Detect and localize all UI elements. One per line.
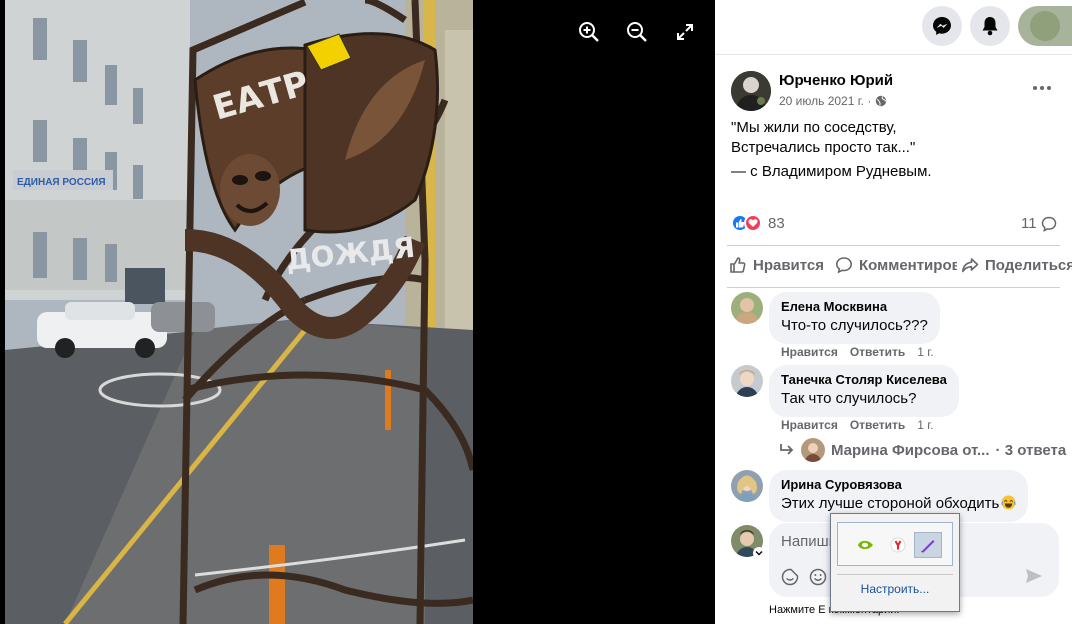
comment-meta: Нравится Ответить 1 г. (781, 345, 934, 359)
post-photo[interactable]: ЕДИНАЯ РОССИЯ ЕАТР ДОЖДЯ (5, 0, 473, 624)
comment-avatar[interactable] (731, 365, 763, 397)
commenter-photo (731, 470, 763, 502)
more-dot-icon (1040, 86, 1044, 90)
reactions-count: 83 (768, 214, 785, 232)
comment-bubble-icon (1041, 216, 1056, 232)
post-author-name[interactable]: Юрченко Юрий (779, 72, 893, 89)
yandex-icon (890, 537, 906, 553)
commenter-photo (731, 365, 763, 397)
comment-text: Этих лучше стороной обходить (781, 494, 1016, 514)
building-sign-text: ЕДИНАЯ РОССИЯ (17, 177, 106, 188)
zoom-in-button[interactable] (573, 16, 605, 48)
reply-author-name: Марина Фирсова от... (831, 441, 990, 459)
nvidia-icon (857, 538, 875, 552)
like-label: Нравится (753, 256, 825, 274)
comment-reply-link[interactable]: Ответить (850, 345, 905, 359)
reply-arrow-icon (780, 444, 794, 455)
top-bar (715, 0, 1072, 55)
bell-icon (982, 17, 998, 36)
post-options-button[interactable] (1030, 78, 1054, 98)
comment-text: Так что случилось? (781, 390, 917, 407)
fullscreen-icon (677, 24, 693, 40)
tagged-person-link[interactable]: Владимиром Рудневым (762, 163, 928, 180)
chevron-down-icon (755, 551, 763, 556)
tray-icons-area (837, 522, 953, 566)
messenger-button[interactable] (922, 6, 962, 46)
comment-author[interactable]: Елена Москвина (781, 299, 928, 315)
comment-text: Что-то случилось??? (781, 317, 928, 334)
comment-like-link[interactable]: Нравится (781, 345, 838, 359)
zoom-in-icon (579, 22, 599, 42)
thumbs-up-icon (730, 257, 746, 273)
notifications-button[interactable] (970, 6, 1010, 46)
laughing-emoji-icon (1001, 495, 1016, 510)
tray-nvidia-button[interactable] (852, 532, 880, 558)
reactions-summary[interactable]: 83 (731, 214, 785, 232)
account-avatar-button[interactable] (1018, 6, 1072, 46)
comment-bubble: Танечка Столяр Киселева Так что случилос… (769, 365, 959, 417)
account-avatar (1030, 11, 1060, 41)
comment-input-placeholder: Напиши (781, 533, 838, 550)
more-dot-icon (1047, 86, 1051, 90)
post-date: 20 июль 2021 г. · (779, 94, 887, 108)
tray-configure-link[interactable]: Настроить... (831, 582, 959, 596)
commenter-photo (731, 292, 763, 324)
comment-icon (835, 257, 853, 274)
comment-reply-link[interactable]: Ответить (850, 418, 905, 432)
emoji-button[interactable] (809, 568, 827, 586)
post-text-line-2: Встречались просто так..." (731, 139, 916, 156)
comments-count: 11 (1021, 215, 1037, 232)
love-reaction-icon (744, 214, 762, 232)
more-dot-icon (1033, 86, 1037, 90)
sticker-button[interactable] (781, 568, 799, 586)
smiley-icon (809, 568, 827, 586)
photo-viewer: ЕДИНАЯ РОССИЯ ЕАТР ДОЖДЯ (0, 0, 715, 624)
comments-count-link[interactable]: 11 (1021, 215, 1057, 232)
like-button[interactable]: Нравится (729, 256, 824, 274)
comment-author[interactable]: Танечка Столяр Киселева (781, 372, 947, 388)
replies-count: · 3 ответа (995, 441, 1067, 459)
post-actions-bar: Нравится Комментировать Поделиться (727, 245, 1072, 288)
send-icon (1026, 569, 1042, 583)
system-tray-popup: Настроить... (830, 513, 960, 612)
share-button[interactable]: Поделиться (961, 256, 1072, 274)
send-button[interactable] (1025, 568, 1045, 586)
author-photo (731, 71, 771, 111)
account-switch-button[interactable] (753, 547, 765, 559)
messenger-icon (933, 17, 951, 35)
comment-text-content: Этих лучше стороной обходить (781, 495, 1000, 512)
comment-age[interactable]: 1 г. (917, 345, 933, 359)
zoom-out-button[interactable] (621, 16, 653, 48)
post-date-text[interactable]: 20 июль 2021 г. · (779, 94, 871, 108)
photo-illustration: ЕДИНАЯ РОССИЯ ЕАТР ДОЖДЯ (5, 0, 473, 624)
post-text-line-1: "Мы жили по соседству, (731, 119, 897, 136)
share-label: Поделиться (985, 256, 1072, 274)
tray-pen-button[interactable] (914, 532, 942, 558)
comment-avatar[interactable] (731, 292, 763, 324)
tagged-prefix: — с (731, 163, 762, 180)
comment-meta: Нравится Ответить 1 г. (781, 418, 934, 432)
tagged-suffix: . (927, 163, 932, 180)
comment-like-link[interactable]: Нравится (781, 418, 838, 432)
view-replies-link[interactable]: Марина Фирсова от... · 3 ответа (779, 437, 1066, 463)
comment-age[interactable]: 1 г. (917, 418, 933, 432)
comment-bubble: Елена Москвина Что-то случилось??? (769, 292, 940, 344)
comment-button[interactable]: Комментировать (835, 256, 957, 274)
tray-yandex-button[interactable] (884, 532, 912, 558)
fullscreen-button[interactable] (669, 16, 701, 48)
globe-icon (876, 95, 887, 107)
zoom-out-icon (627, 22, 647, 42)
comment-avatar[interactable] (731, 470, 763, 502)
reply-avatar (801, 438, 825, 462)
tagged-with-line: — с Владимиром Рудневым. (731, 163, 932, 180)
comment-label: Комментировать (859, 256, 957, 274)
author-avatar[interactable] (731, 71, 771, 111)
comment-author[interactable]: Ирина Суровязова (781, 477, 1016, 493)
sticker-icon (781, 568, 799, 586)
share-icon (962, 258, 979, 273)
pen-icon (921, 540, 935, 553)
tray-separator (837, 574, 953, 575)
